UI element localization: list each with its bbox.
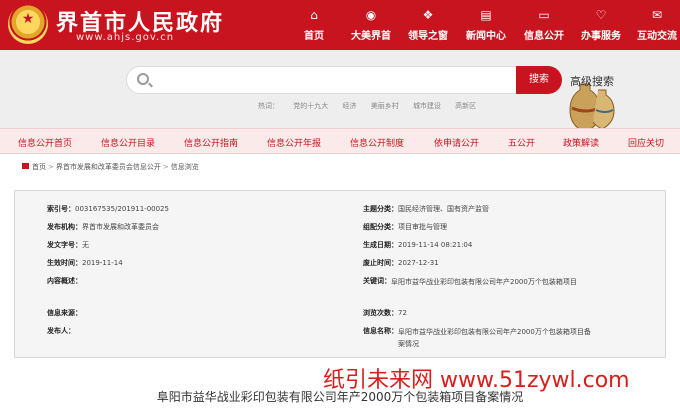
breadcrumb: 首页 > 界首市发展和改革委员会信息公开 > 信息浏览 (22, 162, 199, 172)
info-nav-annual-report[interactable]: 信息公开年报 (267, 136, 321, 149)
search-button[interactable]: 搜索 (516, 66, 562, 94)
info-nav-five-public[interactable]: 五公开 (508, 136, 535, 149)
info-nav-catalog[interactable]: 信息公开目录 (101, 136, 155, 149)
meta-keywords: 关键词：阜阳市益华战业彩印包装有限公司年产2000万个包装箱项目 (363, 277, 577, 286)
hot-word-link[interactable]: 美丽乡村 (371, 102, 399, 110)
hot-words-label: 热词： (258, 102, 279, 110)
meta-expiry: 废止时间：2027-12-31 (363, 259, 439, 267)
national-emblem-icon (8, 4, 48, 44)
meta-doc-no: 发文字号：无 (47, 241, 89, 249)
meta-genre: 组配分类：项目审批与管理 (363, 223, 447, 231)
search-icon (137, 73, 149, 85)
meta-views: 浏览次数：72 (363, 309, 407, 317)
meta-publisher: 发布人： (47, 327, 75, 335)
breadcrumb-current: 信息浏览 (170, 163, 199, 171)
search-box (126, 66, 550, 94)
site-url: www.ahjs.gov.cn (76, 32, 175, 43)
advanced-search-link[interactable]: 高级搜索 (570, 73, 614, 89)
hot-words: 热词： 党的十九大 经济 美丽乡村 城市建设 高新区 (258, 101, 488, 111)
meta-subject: 主题分类：国民经济管理、国有资产监管 (363, 205, 489, 213)
hot-word-link[interactable]: 城市建设 (413, 102, 441, 110)
meta-info-name: 信息名称：阜阳市益华战业彩印包装有限公司年产2000万个包装箱项目备案情况 (363, 327, 591, 348)
info-public-nav: 信息公开首页 信息公开目录 信息公开指南 信息公开年报 信息公开制度 依申请公开… (0, 128, 680, 154)
meta-publisher-org: 发布机构：界首市发展和改革委员会 (47, 223, 159, 231)
meta-source: 信息来源： (47, 309, 82, 317)
meta-created: 生成日期：2019-11-14 08:21:04 (363, 241, 473, 249)
nav-interaction[interactable]: ✉ 互动交流 (622, 0, 680, 50)
metadata-table: 索引号：003167535/201911-00025 主题分类：国民经济管理、国… (14, 190, 666, 358)
breadcrumb-department[interactable]: 界首市发展和改革委员会信息公开 (56, 163, 161, 171)
hot-word-link[interactable]: 党的十九大 (293, 102, 328, 110)
hot-word-link[interactable]: 高新区 (455, 102, 476, 110)
info-nav-system[interactable]: 信息公开制度 (350, 136, 404, 149)
hot-word-link[interactable]: 经济 (342, 102, 356, 110)
document-title: 阜阳市益华战业彩印包装有限公司年产2000万个包装箱项目备案情况 (156, 390, 524, 404)
site-header: 界首市人民政府 www.ahjs.gov.cn ⌂ 首页 ◉ 大美界首 ❖ 领导… (0, 0, 680, 50)
info-nav-guide[interactable]: 信息公开指南 (184, 136, 238, 149)
search-input[interactable] (157, 71, 507, 89)
message-icon: ✉ (651, 8, 663, 22)
search-band: 搜索 高级搜索 热词： 党的十九大 经济 美丽乡村 城市建设 高新区 (0, 50, 680, 133)
info-nav-home[interactable]: 信息公开首页 (18, 136, 72, 149)
home-icon (22, 163, 29, 169)
meta-index-no: 索引号：003167535/201911-00025 (47, 205, 169, 213)
meta-summary: 内容概述： (47, 277, 82, 285)
info-nav-policy-interpretation[interactable]: 政策解读 (563, 136, 599, 149)
breadcrumb-home[interactable]: 首页 (32, 163, 46, 171)
info-nav-response[interactable]: 回应关切 (628, 136, 664, 149)
meta-effective: 生效时间：2019-11-14 (47, 259, 123, 267)
info-nav-by-request[interactable]: 依申请公开 (434, 136, 479, 149)
